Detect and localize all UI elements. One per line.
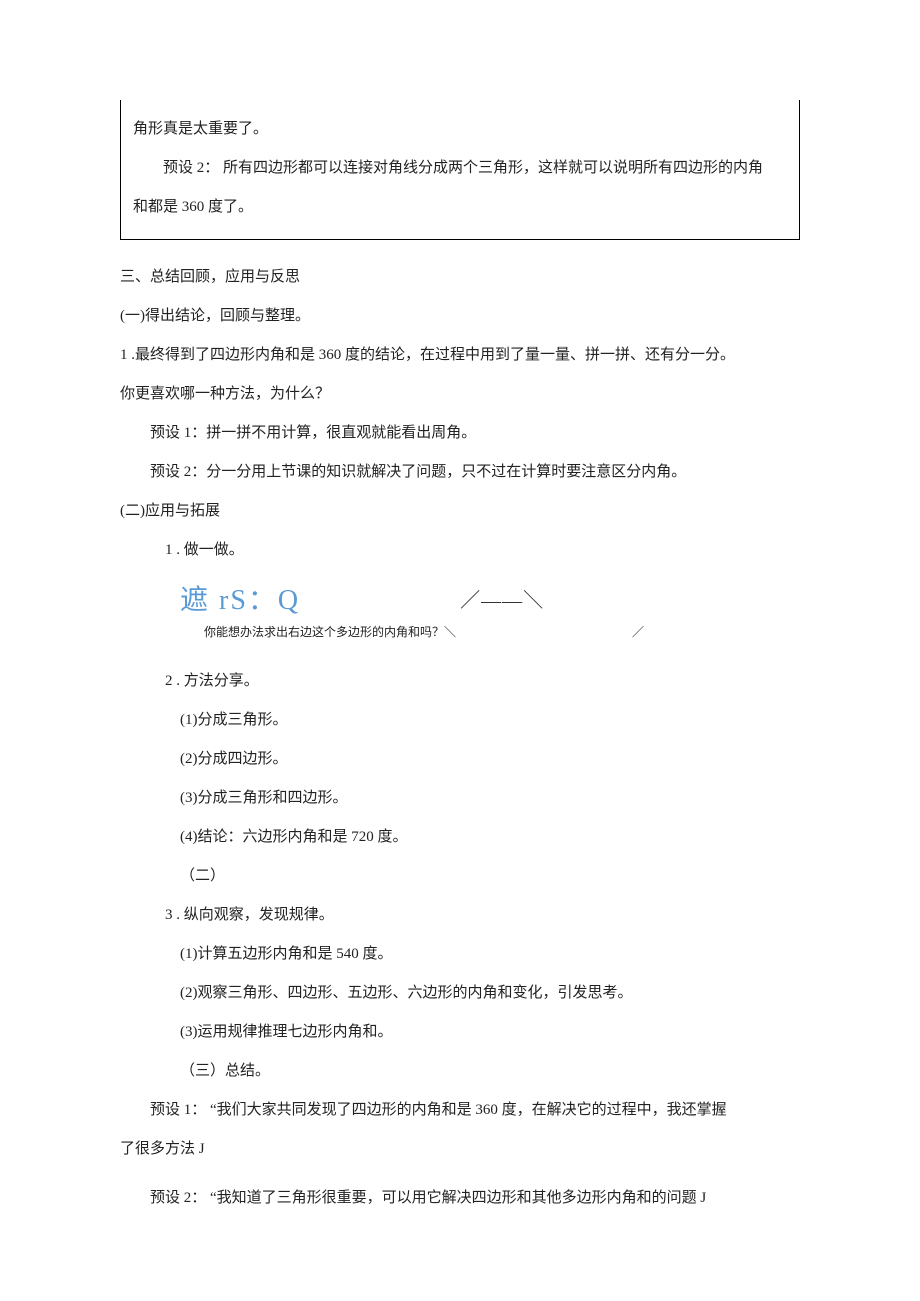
section-3-title: 三、总结回顾，应用与反思 — [120, 258, 800, 297]
boxed-paragraph: 角形真是太重要了。 预设 2： 所有四边形都可以连接对角线分成两个三角形，这样就… — [120, 100, 800, 240]
item-3-3: (3)运用规律推理七边形内角和。 — [120, 1013, 800, 1052]
document-page: 角形真是太重要了。 预设 2： 所有四边形都可以连接对角线分成两个三角形，这样就… — [0, 0, 920, 1298]
item-1: 1 . 做一做。 — [120, 531, 800, 570]
item-3-1: (1)计算五边形内角和是 540 度。 — [120, 935, 800, 974]
graphic-row: 遮 rS：Q ／——＼ — [120, 578, 800, 618]
preset-1: 预设 1：拼一拼不用计算，很直观就能看出周角。 — [120, 414, 800, 453]
preset-3b: 了很多方法 J — [120, 1130, 800, 1169]
item-2-1: (1)分成三角形。 — [120, 701, 800, 740]
subsection-2-title: (二)应用与拓展 — [120, 492, 800, 531]
graphic-caption: 你能想办法求出右边这个多边形的内角和吗？＼ ／ — [120, 622, 800, 644]
graphic-left-text: 遮 rS：Q — [180, 578, 300, 618]
item-2-3: (3)分成三角形和四边形。 — [120, 779, 800, 818]
item-3-2: (2)观察三角形、四边形、五边形、六边形的内角和变化，引发思考。 — [120, 974, 800, 1013]
item-2-2: (2)分成四边形。 — [120, 740, 800, 779]
preset-3a: 预设 1： “我们大家共同发现了四边形的内角和是 360 度，在解决它的过程中，… — [120, 1091, 800, 1130]
caption-text: 你能想办法求出右边这个多边形的内角和吗？＼ — [204, 625, 456, 639]
box-line-1: 角形真是太重要了。 — [133, 110, 787, 149]
item-3-4: （三）总结。 — [120, 1052, 800, 1091]
item-3: 3 . 纵向观察，发现规律。 — [120, 896, 800, 935]
item-2: 2 . 方法分享。 — [120, 662, 800, 701]
preset-2: 预设 2：分一分用上节课的知识就解决了问题，只不过在计算时要注意区分内角。 — [120, 453, 800, 492]
caption-right-slash: ／ — [632, 625, 644, 639]
question-1b: 你更喜欢哪一种方法，为什么？ — [120, 375, 800, 414]
item-2-5: （二） — [120, 857, 800, 896]
item-2-4: (4)结论：六边形内角和是 720 度。 — [120, 818, 800, 857]
preset-4: 预设 2： “我知道了三角形很重要，可以用它解决四边形和其他多边形内角和的问题 … — [120, 1179, 800, 1218]
box-line-2: 预设 2： 所有四边形都可以连接对角线分成两个三角形，这样就可以说明所有四边形的… — [133, 149, 787, 188]
hexagon-outline-icon: ／——＼ — [460, 584, 544, 613]
subsection-1-title: (一)得出结论，回顾与整理。 — [120, 297, 800, 336]
box-line-3: 和都是 360 度了。 — [133, 188, 787, 227]
question-1a: 1 .最终得到了四边形内角和是 360 度的结论，在过程中用到了量一量、拼一拼、… — [120, 336, 800, 375]
